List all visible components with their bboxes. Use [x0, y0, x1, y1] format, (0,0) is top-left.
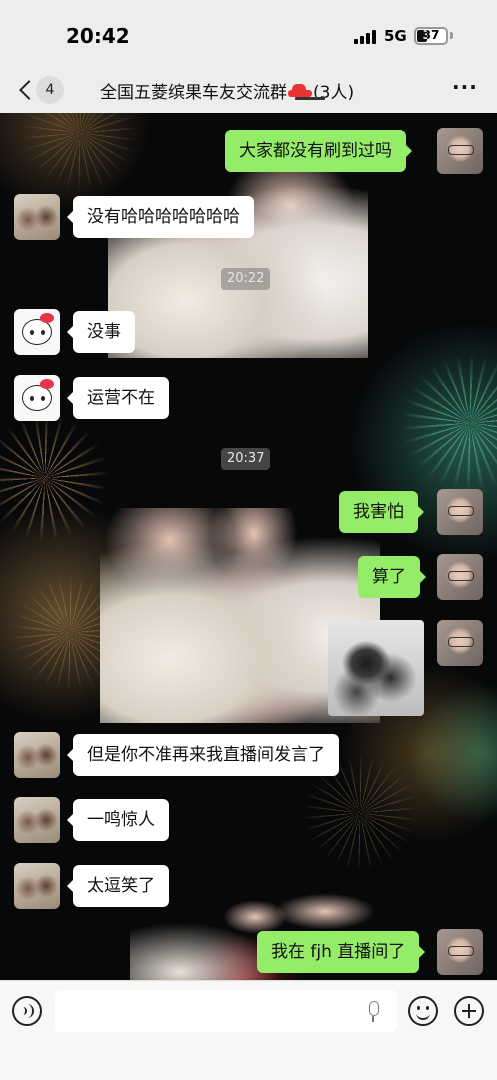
kitty-bow-icon	[40, 313, 54, 323]
status-time: 20:42	[66, 24, 130, 48]
chat-title-text: 全国五菱缤果车友交流群	[100, 83, 287, 103]
outgoing-message[interactable]: 我害怕	[339, 491, 424, 533]
sender-avatar[interactable]	[14, 194, 60, 240]
my-avatar[interactable]	[437, 620, 483, 666]
chat-header: 4 全国五菱缤果车友交流群 (3人) ···	[0, 68, 497, 113]
voice-icon[interactable]	[12, 996, 42, 1026]
input-bar	[0, 980, 497, 1080]
mic-icon[interactable]	[366, 1001, 380, 1023]
chat-area[interactable]: 大家都没有刷到过吗 没有哈哈哈哈哈哈哈 20:22 没事 运营不在 20:37 …	[0, 113, 497, 980]
chat-member-count: (3人)	[313, 83, 355, 103]
my-avatar[interactable]	[437, 128, 483, 174]
back-icon[interactable]	[16, 77, 36, 103]
kitty-eye	[30, 330, 34, 335]
incoming-message[interactable]: 没事	[67, 311, 135, 353]
incoming-message[interactable]: 运营不在	[67, 377, 169, 419]
background-firework	[0, 413, 110, 543]
status-bar: 20:42 5G 37	[0, 0, 497, 68]
incoming-message[interactable]: 一鸣惊人	[67, 799, 169, 841]
my-avatar[interactable]	[437, 489, 483, 535]
kitty-eye	[41, 330, 45, 335]
outgoing-message[interactable]: 大家都没有刷到过吗	[225, 130, 412, 172]
car-icon	[288, 84, 312, 100]
more-icon[interactable]: ···	[452, 77, 477, 98]
sticker-image[interactable]	[328, 620, 424, 716]
unread-badge[interactable]: 4	[36, 76, 64, 104]
my-avatar[interactable]	[437, 554, 483, 600]
emoji-icon[interactable]	[408, 996, 438, 1026]
message-input[interactable]	[55, 990, 397, 1032]
chat-title[interactable]: 全国五菱缤果车友交流群 (3人)	[100, 78, 354, 103]
sender-avatar[interactable]	[14, 375, 60, 421]
background-firework	[400, 353, 497, 493]
outgoing-message[interactable]: 我在 fjh 直播间了	[257, 931, 426, 973]
kitty-eye	[30, 396, 34, 401]
incoming-message[interactable]: 没有哈哈哈哈哈哈哈	[67, 196, 254, 238]
my-avatar[interactable]	[437, 929, 483, 975]
message-timestamp: 20:22	[221, 268, 271, 290]
incoming-message[interactable]: 但是你不准再来我直播间发言了	[67, 734, 339, 776]
battery-icon: 37	[414, 27, 448, 45]
network-type: 5G	[384, 27, 407, 45]
sender-avatar[interactable]	[14, 732, 60, 778]
kitty-bow-icon	[40, 379, 54, 389]
signal-icon	[354, 30, 378, 44]
plus-icon[interactable]	[454, 996, 484, 1026]
sender-avatar[interactable]	[14, 863, 60, 909]
sender-avatar[interactable]	[14, 797, 60, 843]
incoming-message[interactable]: 太逗笑了	[67, 865, 169, 907]
message-timestamp: 20:37	[221, 448, 271, 470]
battery-tip	[450, 32, 453, 39]
sender-avatar[interactable]	[14, 309, 60, 355]
kitty-eye	[41, 396, 45, 401]
outgoing-message[interactable]: 算了	[358, 556, 426, 598]
battery-percent: 37	[422, 28, 440, 42]
